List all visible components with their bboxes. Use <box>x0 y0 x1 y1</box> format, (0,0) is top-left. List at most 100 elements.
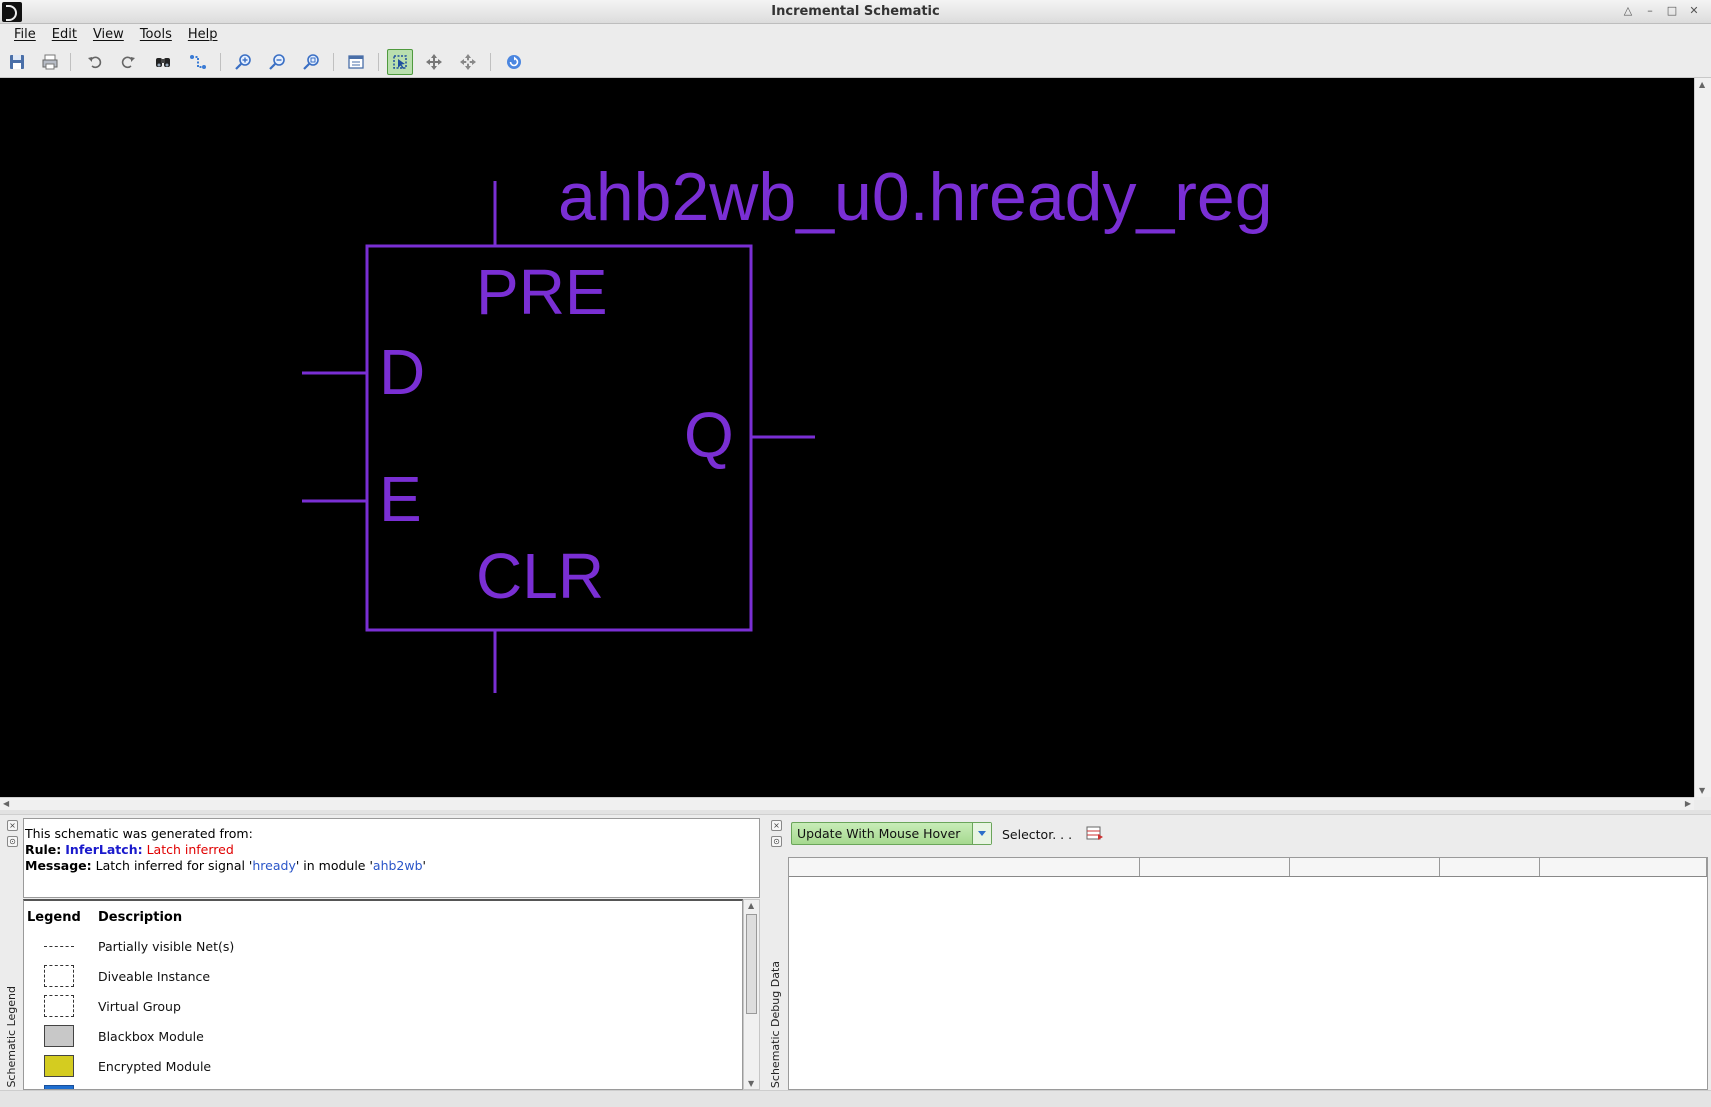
tab-schematic-debug-data[interactable]: Schematic Debug Data <box>769 961 782 1088</box>
info-rule-line: Rule: InferLatch: Latch inferred <box>25 842 758 858</box>
app-window: Incremental Schematic △ – □ ✕ File Edit … <box>0 0 1711 1107</box>
panel-splitter[interactable] <box>0 810 1711 815</box>
chevron-down-icon[interactable] <box>972 823 991 844</box>
selector-table-icon[interactable] <box>1086 825 1104 841</box>
close-panel-icon[interactable]: × <box>7 820 18 831</box>
debug-table-header <box>789 858 1707 877</box>
title-bar: Incremental Schematic △ – □ ✕ <box>0 0 1711 24</box>
message-prefix: Latch inferred for signal ' <box>95 858 253 873</box>
module-link[interactable]: ahb2wb <box>373 858 423 873</box>
canvas-horizontal-scrollbar[interactable]: ◀ ▶ <box>0 797 1694 810</box>
blackbox-swatch <box>44 1025 74 1047</box>
instance-name-label[interactable]: ahb2wb_u0.hready_reg <box>558 159 1273 235</box>
description-column-header: Description <box>98 910 183 925</box>
debug-column-header[interactable] <box>1440 858 1540 876</box>
legend-description: Diveable Instance <box>98 969 211 984</box>
legend-description: Partially visible Net(s) <box>98 939 235 954</box>
signal-link[interactable]: hready <box>252 858 295 873</box>
debug-panel-dock: × ⊙ Schematic Debug Data <box>767 815 785 1090</box>
legend-scroll-thumb[interactable] <box>746 914 757 1014</box>
window-controls: △ – □ ✕ <box>1619 3 1703 19</box>
find-icon[interactable] <box>150 49 176 75</box>
refresh-icon[interactable] <box>501 49 527 75</box>
rule-label: Rule: <box>25 842 62 857</box>
redo-icon[interactable] <box>115 49 141 75</box>
menu-edit[interactable]: Edit <box>50 24 85 46</box>
message-mid: ' in module ' <box>295 858 373 873</box>
legend-description: Encrypted Module <box>98 1059 212 1074</box>
pan-icon[interactable] <box>421 49 447 75</box>
legend-row: Partially visible Net(s) <box>24 931 742 961</box>
maximize-icon[interactable]: □ <box>1663 3 1681 19</box>
scroll-left-icon[interactable]: ◀ <box>3 799 9 808</box>
menu-help[interactable]: Help <box>186 24 226 46</box>
menu-tools[interactable]: Tools <box>138 24 180 46</box>
save-icon[interactable] <box>4 49 30 75</box>
legend-table: Legend Description Partially visible Net… <box>23 899 743 1090</box>
info-intro: This schematic was generated from: <box>25 826 253 841</box>
trace-icon[interactable] <box>185 49 211 75</box>
legend-description: Virtual Group <box>98 999 181 1014</box>
move-icon[interactable] <box>455 49 481 75</box>
debug-data-table[interactable] <box>788 857 1708 1090</box>
encrypted-swatch <box>44 1055 74 1077</box>
schematic-source-info: This schematic was generated from: Rule:… <box>23 818 760 898</box>
pin-label-clr: CLR <box>476 540 604 612</box>
pin-label-d: D <box>379 336 425 408</box>
properties-icon[interactable] <box>343 49 369 75</box>
dashed-box-swatch <box>44 995 74 1017</box>
legend-row: Blackbox Module <box>24 1021 742 1051</box>
selector-button[interactable]: Selector. . . <box>1002 827 1072 842</box>
legend-description: Blackbox Module <box>98 1029 204 1044</box>
zoom-fit-icon[interactable] <box>298 49 324 75</box>
message-suffix: ' <box>422 858 426 873</box>
close-panel-icon[interactable]: × <box>771 820 782 831</box>
menu-view[interactable]: View <box>91 24 132 46</box>
select-mode-icon[interactable] <box>387 49 413 75</box>
dashed-line-swatch <box>44 946 74 947</box>
zoom-in-icon[interactable] <box>230 49 256 75</box>
pin-label-pre: PRE <box>476 256 608 328</box>
canvas-vertical-scrollbar[interactable]: ▲ ▼ <box>1694 78 1711 797</box>
scroll-down-icon[interactable]: ▼ <box>1699 786 1705 795</box>
debug-column-header[interactable] <box>789 858 1140 876</box>
schematic-drawing: ahb2wb_u0.hready_reg PRE D E Q CLR <box>302 159 1273 693</box>
update-mode-dropdown[interactable]: Update With Mouse Hover <box>791 822 992 845</box>
legend-scrollbar[interactable]: ▲ ▼ <box>743 899 760 1090</box>
close-icon[interactable]: ✕ <box>1685 3 1703 19</box>
menu-file[interactable]: File <box>12 24 44 46</box>
schematic-canvas[interactable]: ahb2wb_u0.hready_reg PRE D E Q CLR <box>0 78 1694 797</box>
scroll-up-icon[interactable]: ▲ <box>748 901 754 910</box>
legend-row: Diveable Instance <box>24 961 742 991</box>
pin-label-e: E <box>379 463 422 535</box>
pin-label-q: Q <box>684 399 734 471</box>
debug-column-header[interactable] <box>1290 858 1440 876</box>
rule-text: Latch inferred <box>146 842 234 857</box>
legend-panel-dock: × ⊙ Schematic Legend <box>3 815 21 1090</box>
arrow-up-icon[interactable]: △ <box>1619 3 1637 19</box>
status-bar <box>0 1090 1711 1107</box>
rule-name: InferLatch: <box>65 842 143 857</box>
update-mode-label: Update With Mouse Hover <box>797 826 961 841</box>
debug-column-header[interactable] <box>1140 858 1290 876</box>
legend-row: Encrypted Module <box>24 1051 742 1081</box>
legend-row: Virtual Group <box>24 991 742 1021</box>
minimize-icon[interactable]: – <box>1641 3 1659 19</box>
scroll-up-icon[interactable]: ▲ <box>1699 80 1705 89</box>
dashed-box-swatch <box>44 965 74 987</box>
info-message-line: Message: Latch inferred for signal 'hrea… <box>25 858 758 874</box>
debug-column-header[interactable] <box>1540 858 1707 876</box>
scroll-right-icon[interactable]: ▶ <box>1685 799 1691 808</box>
print-icon[interactable] <box>37 49 63 75</box>
float-panel-icon[interactable]: ⊙ <box>7 836 18 847</box>
toolbar <box>0 46 1711 78</box>
zoom-out-icon[interactable] <box>264 49 290 75</box>
legend-row <box>24 1081 742 1089</box>
scroll-down-icon[interactable]: ▼ <box>748 1079 754 1088</box>
tab-schematic-legend[interactable]: Schematic Legend <box>5 986 18 1088</box>
float-panel-icon[interactable]: ⊙ <box>771 836 782 847</box>
undo-icon[interactable] <box>82 49 108 75</box>
menu-bar: File Edit View Tools Help <box>0 24 1711 46</box>
window-title: Incremental Schematic <box>771 4 940 19</box>
message-label: Message: <box>25 858 92 873</box>
